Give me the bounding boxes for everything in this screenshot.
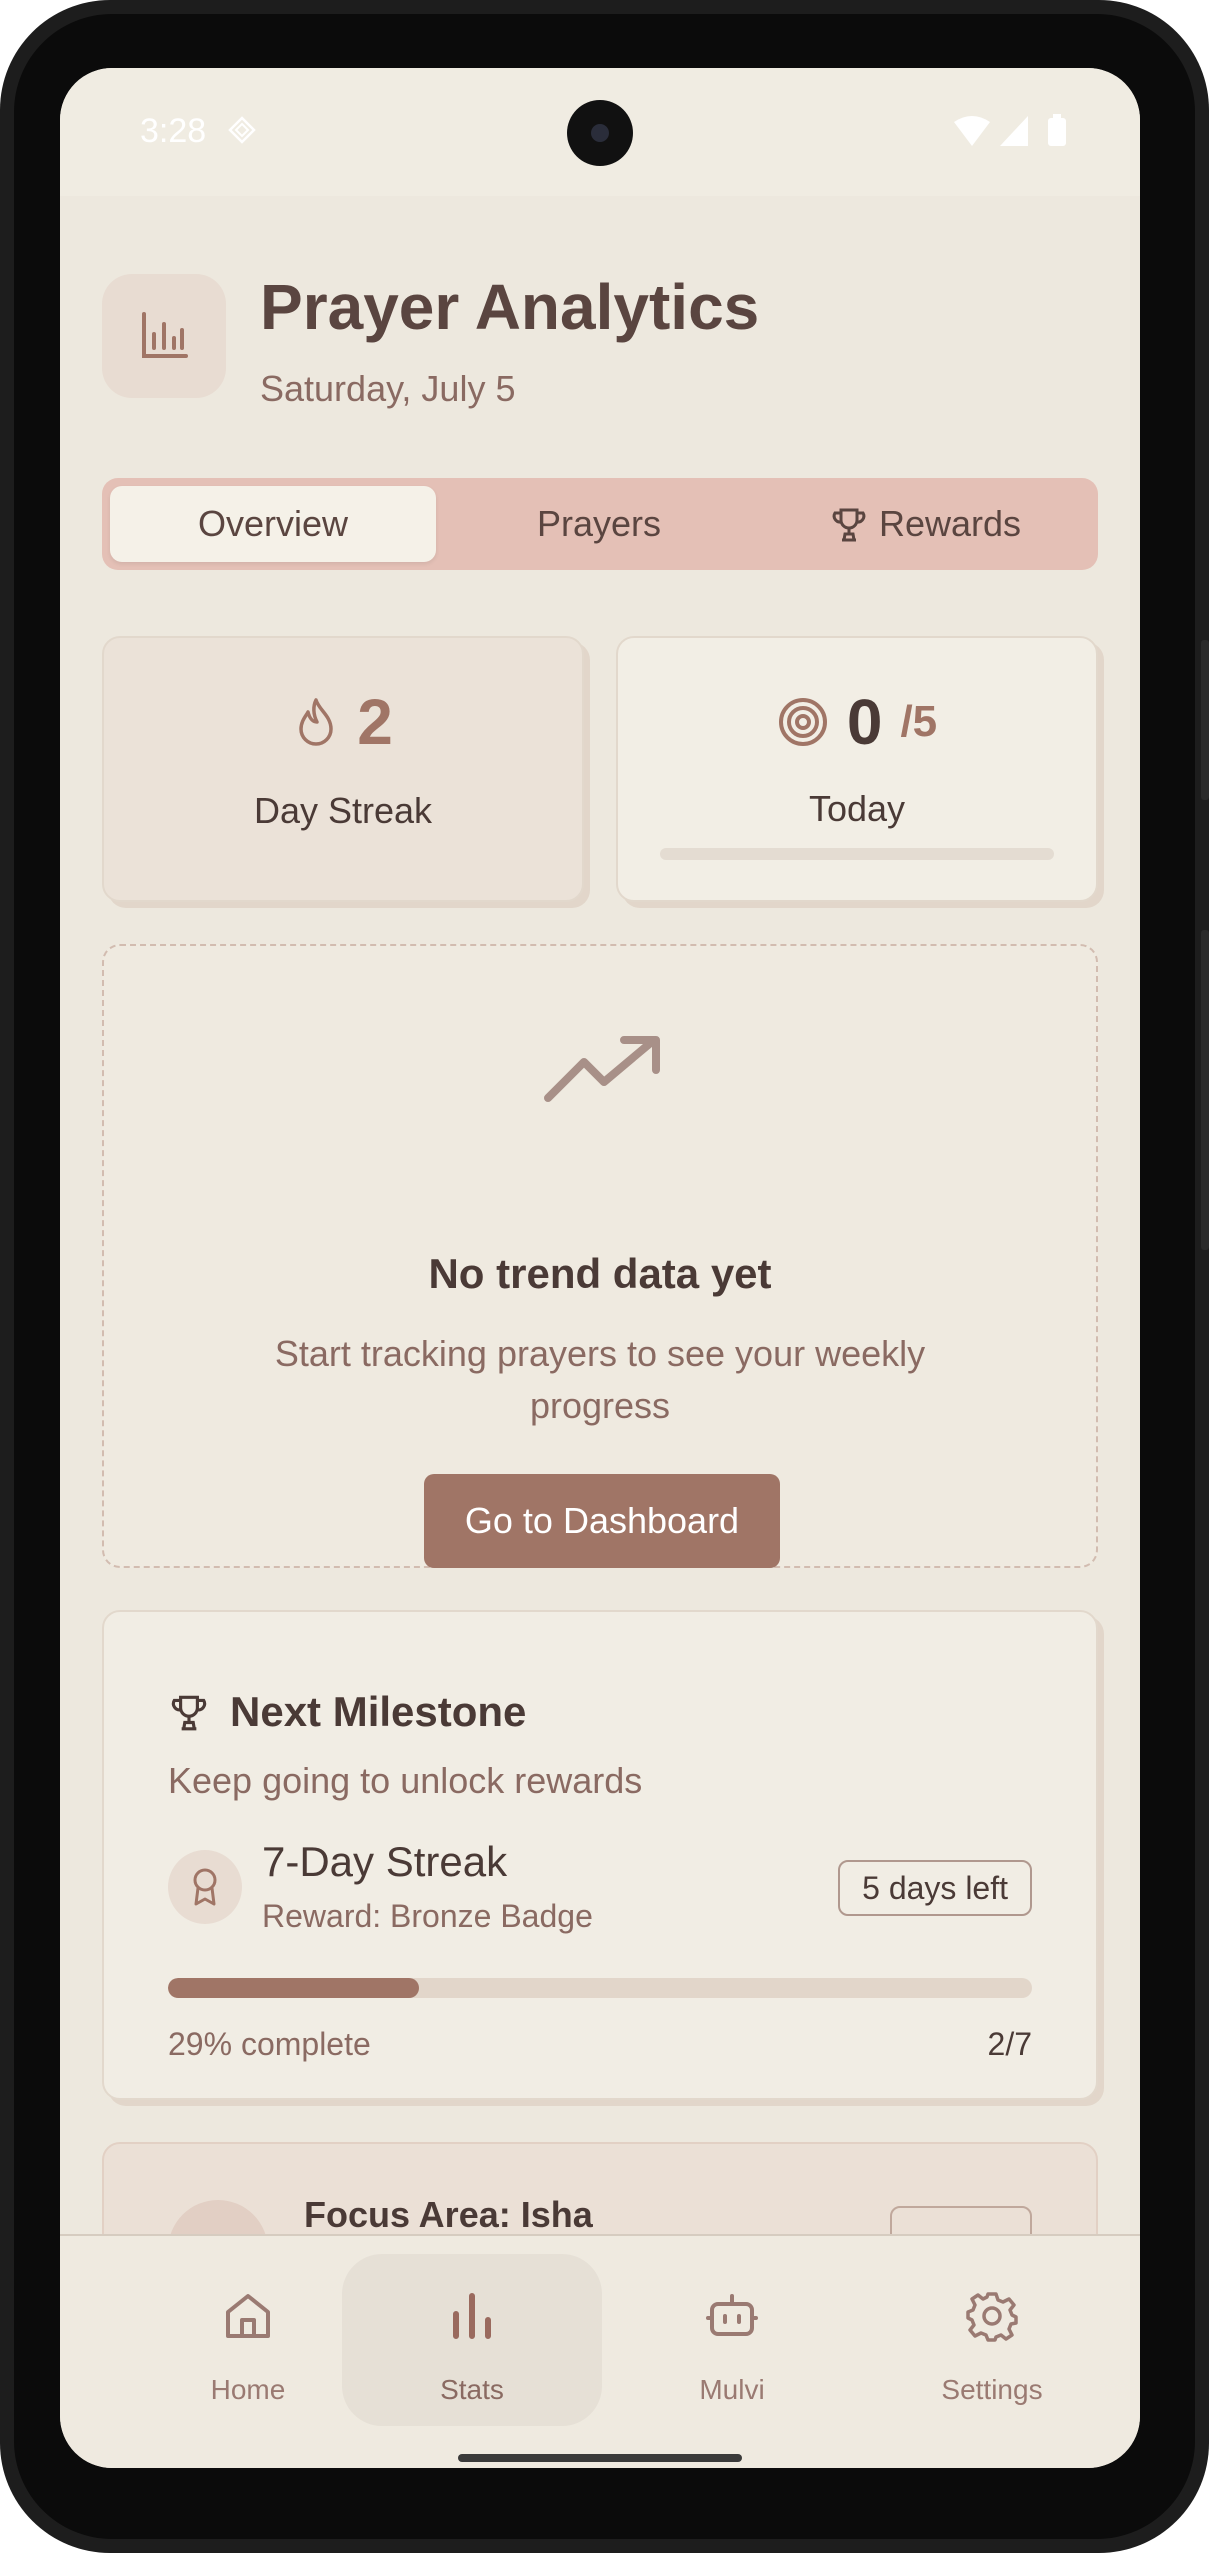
milestone-card: Next Milestone Keep going to unlock rewa… bbox=[102, 1610, 1098, 2100]
milestone-count: 2/7 bbox=[987, 2026, 1032, 2062]
page-date: Saturday, July 5 bbox=[260, 368, 516, 409]
today-card: 0 /5 Today bbox=[616, 636, 1098, 902]
location-diamond-icon bbox=[228, 116, 256, 144]
bar-chart-icon bbox=[453, 2293, 491, 2339]
milestone-badge bbox=[168, 1850, 242, 1924]
today-label: Today bbox=[808, 788, 906, 829]
milestone-progress-fill bbox=[168, 1978, 419, 1998]
nav-label: Mulvi bbox=[699, 2374, 765, 2405]
bottom-navigation: Home Stats Mulvi Settings bbox=[60, 2234, 1140, 2468]
nav-mulvi[interactable]: Mulvi bbox=[602, 2254, 862, 2426]
robot-icon bbox=[706, 2294, 758, 2336]
bar-chart-icon bbox=[142, 312, 188, 358]
tab-label: Overview bbox=[197, 503, 349, 544]
battery-icon bbox=[1048, 118, 1066, 146]
milestone-reward: Reward: Bronze Badge bbox=[262, 1898, 593, 1934]
home-indicator[interactable] bbox=[458, 2454, 742, 2462]
screen: 3:28 Prayer Analytics Saturday, July 5 O… bbox=[60, 68, 1140, 2468]
nav-label: Home bbox=[210, 2374, 286, 2405]
today-total: /5 bbox=[900, 697, 938, 746]
page-title: Prayer Analytics bbox=[260, 271, 760, 343]
signal-icon bbox=[1000, 116, 1028, 146]
front-camera bbox=[567, 100, 633, 166]
today-progress-bar bbox=[660, 848, 1054, 860]
status-icons bbox=[954, 114, 1066, 146]
trophy-icon bbox=[832, 508, 866, 542]
today-value: 0 bbox=[846, 686, 883, 758]
milestone-percent: 29% complete bbox=[168, 2026, 371, 2062]
trending-up-icon bbox=[544, 1036, 660, 1102]
trend-title: No trend data yet bbox=[428, 1250, 772, 1297]
tab-prayers[interactable]: Prayers bbox=[436, 486, 762, 562]
streak-value: 2 bbox=[357, 686, 393, 758]
trend-empty-state: No trend data yet Start tracking prayers… bbox=[102, 944, 1098, 1568]
milestone-subtitle: Keep going to unlock rewards bbox=[168, 1760, 643, 1801]
status-time: 3:28 bbox=[140, 112, 207, 150]
tab-rewards[interactable]: Rewards bbox=[762, 486, 1088, 562]
go-to-dashboard-button[interactable]: Go to Dashboard bbox=[424, 1474, 780, 1568]
trend-subtitle: Start tracking prayers to see your weekl… bbox=[274, 1333, 926, 1426]
flame-icon bbox=[299, 698, 333, 746]
focus-title: Focus Area: Isha bbox=[304, 2194, 593, 2235]
power-button bbox=[1201, 930, 1209, 1250]
status-bar: 3:28 bbox=[60, 68, 1140, 196]
nav-label: Settings bbox=[941, 2374, 1043, 2405]
milestone-name: 7-Day Streak bbox=[262, 1838, 508, 1885]
analytics-logo bbox=[102, 274, 226, 398]
milestone-title: Next Milestone bbox=[230, 1688, 527, 1735]
home-icon bbox=[226, 2294, 270, 2338]
tab-bar: Overview Prayers Rewards bbox=[102, 478, 1098, 570]
tab-label: Rewards bbox=[878, 503, 1022, 544]
gear-icon bbox=[966, 2292, 1018, 2342]
wifi-icon bbox=[954, 116, 990, 146]
days-left-badge: 5 days left bbox=[838, 1860, 1032, 1916]
nav-home[interactable]: Home bbox=[118, 2254, 378, 2426]
target-icon bbox=[778, 698, 827, 746]
phone-frame: 3:28 Prayer Analytics Saturday, July 5 O… bbox=[0, 0, 1209, 2553]
trophy-icon bbox=[171, 1695, 207, 1731]
streak-card: 2 Day Streak bbox=[102, 636, 584, 902]
milestone-progress-bar bbox=[168, 1978, 1032, 1998]
tab-label: Prayers bbox=[536, 503, 662, 544]
award-icon bbox=[193, 1868, 217, 1906]
nav-label: Stats bbox=[440, 2374, 504, 2405]
nav-stats[interactable]: Stats bbox=[342, 2254, 602, 2426]
tab-overview[interactable]: Overview bbox=[110, 486, 436, 562]
volume-button bbox=[1201, 640, 1209, 800]
nav-settings[interactable]: Settings bbox=[862, 2254, 1122, 2426]
streak-label: Day Streak bbox=[253, 790, 433, 831]
